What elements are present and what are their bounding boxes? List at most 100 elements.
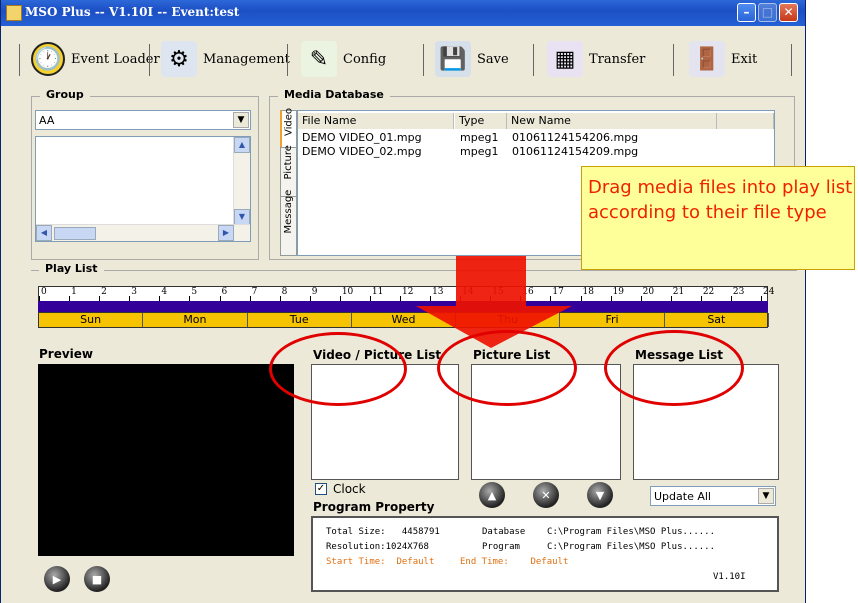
gears-icon: ⚙ (161, 41, 197, 77)
hour-tick-label: 6 (221, 287, 228, 297)
program-row: Program C:\Program Files\MSO Plus...... (482, 542, 715, 552)
media-database-caption: Media Database (278, 88, 390, 101)
callout-text: Drag media files into play list accordin… (588, 177, 853, 223)
close-button[interactable]: ✕ (779, 3, 798, 22)
close-icon: ✕ (783, 5, 794, 19)
total-size-row: Total Size: 4458791 (326, 527, 440, 537)
table-cell[interactable]: 01061124154206.mpg (512, 131, 638, 144)
end-time-label: End Time: (460, 557, 509, 567)
database-row: Database C:\Program Files\MSO Plus...... (482, 527, 715, 537)
start-time-label: Start Time: (326, 557, 386, 567)
exit-button[interactable]: 🚪 Exit (689, 36, 757, 82)
program-label: Program (482, 542, 520, 552)
preview-caption: Preview (39, 347, 94, 361)
database-label: Database (482, 527, 526, 537)
play-list-timeline[interactable]: 0123456789101112131415161718192021222324… (38, 286, 774, 328)
table-cell[interactable]: 01061124154209.mpg (512, 145, 638, 158)
tab-video[interactable]: Video (280, 108, 297, 148)
toolbar: 🕐 Event Loader ⚙ Management ✎ Config 💾 S… (11, 36, 801, 82)
scroll-down-icon[interactable]: ▼ (234, 209, 250, 225)
title-bar[interactable]: MSO Plus -- V1.10I -- Event:test – □ ✕ (1, 0, 805, 26)
table-cell[interactable]: mpeg1 (460, 145, 498, 158)
start-time-value: Default (396, 557, 435, 567)
column-type[interactable]: Type (455, 113, 507, 129)
total-size-value: 4458791 (401, 527, 440, 537)
hour-tick-label: 22 (702, 287, 715, 297)
toolbar-separator (673, 44, 674, 76)
scroll-up-icon[interactable]: ▲ (234, 137, 250, 153)
toolbar-separator (19, 44, 20, 76)
highlight-ellipse (604, 330, 744, 406)
save-button[interactable]: 💾 Save (435, 36, 509, 82)
table-cell[interactable]: DEMO VIDEO_02.mpg (302, 145, 422, 158)
hour-tick-label: 2 (101, 287, 107, 297)
chevron-down-icon[interactable]: ▼ (758, 488, 774, 504)
instruction-callout: Drag media files into play list accordin… (581, 166, 855, 270)
arrow-up-icon: ▲ (487, 488, 497, 502)
clock-checkbox[interactable]: ✓ (315, 483, 327, 495)
remove-button[interactable]: ✕ (533, 482, 559, 508)
table-cell[interactable]: mpeg1 (460, 131, 498, 144)
exit-label: Exit (731, 51, 758, 67)
update-select-value: Update All (654, 490, 711, 503)
start-time-row: Start Time: Default (326, 557, 434, 567)
floppy-disk-icon: 💾 (435, 41, 471, 77)
group-select[interactable]: AA ▼ (35, 110, 251, 130)
minimize-button[interactable]: – (737, 3, 756, 22)
stop-button[interactable]: ■ (84, 566, 110, 592)
highlight-ellipse (269, 332, 407, 406)
toolbar-separator (287, 44, 288, 76)
day-cell[interactable]: Sat (665, 313, 769, 327)
hour-tick-label: 5 (191, 287, 198, 297)
tab-message[interactable]: Message (280, 189, 297, 256)
exit-door-icon: 🚪 (689, 41, 725, 77)
chevron-down-icon[interactable]: ▼ (233, 112, 249, 128)
hour-tick-label: 18 (582, 287, 594, 297)
stop-icon: ■ (91, 572, 103, 586)
clock-label: Clock (333, 482, 366, 496)
resolution-row: Resolution:1024X768 (326, 542, 429, 552)
update-select[interactable]: Update All ▼ (650, 486, 776, 506)
event-loader-label: Event Loader (71, 51, 160, 67)
scroll-right-icon[interactable]: ▶ (218, 225, 234, 241)
event-loader-button[interactable]: 🕐 Event Loader (31, 36, 160, 82)
maximize-icon: □ (761, 5, 774, 19)
save-label: Save (477, 51, 509, 67)
hour-tick-label: 10 (341, 287, 354, 297)
tab-message-label: Message (283, 189, 294, 234)
resolution-label: Resolution: (326, 542, 386, 552)
app-window: MSO Plus -- V1.10I -- Event:test – □ ✕ 🕐… (0, 0, 806, 603)
management-button[interactable]: ⚙ Management (161, 36, 290, 82)
end-time-value: Default (530, 557, 569, 567)
day-cell[interactable]: Sun (39, 313, 144, 327)
hour-tick-label: 24 (763, 287, 775, 297)
config-button[interactable]: ✎ Config (301, 36, 386, 82)
day-cell[interactable]: Mon (143, 313, 248, 327)
program-path: C:\Program Files\MSO Plus...... (547, 542, 716, 552)
app-icon (6, 5, 22, 21)
resolution-value: 1024X768 (385, 542, 429, 552)
version-label: V1.10I (713, 572, 746, 582)
column-new-name[interactable]: New Name (507, 113, 717, 129)
preview-screen (38, 364, 294, 556)
group-list-hscrollbar[interactable]: ◀ ▶ (36, 224, 250, 241)
highlight-ellipse (437, 330, 577, 406)
hscroll-thumb[interactable] (54, 227, 96, 240)
play-button[interactable]: ▶ (44, 566, 70, 592)
hour-tick-label: 19 (612, 287, 625, 297)
column-file-name[interactable]: File Name (298, 113, 454, 129)
hour-tick-label: 1 (71, 287, 77, 297)
move-down-button[interactable]: ▼ (587, 482, 613, 508)
hour-tick-label: 20 (642, 287, 655, 297)
move-up-button[interactable]: ▲ (479, 482, 505, 508)
transfer-button[interactable]: ▦ Transfer (547, 36, 645, 82)
day-cell[interactable]: Tue (248, 313, 352, 327)
group-list[interactable]: ▲ ▼ ◀ ▶ (35, 136, 251, 242)
scroll-left-icon[interactable]: ◀ (36, 225, 52, 241)
table-cell[interactable]: DEMO VIDEO_01.mpg (302, 131, 422, 144)
toolbar-separator (423, 44, 424, 76)
maximize-button[interactable]: □ (758, 3, 777, 22)
hour-tick-label: 9 (311, 287, 318, 297)
schedule-bar[interactable] (38, 301, 768, 312)
transfer-icon: ▦ (547, 41, 583, 77)
